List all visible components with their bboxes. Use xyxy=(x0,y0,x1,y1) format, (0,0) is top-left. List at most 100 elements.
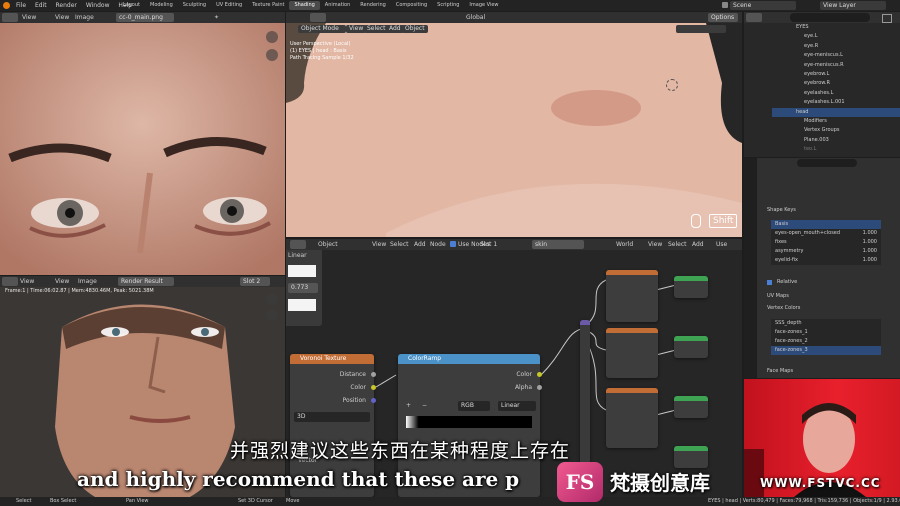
pin-icon[interactable]: ✦ xyxy=(214,14,219,21)
tab-compositing[interactable]: Compositing xyxy=(391,1,432,10)
outliner-row-eyebrow-r[interactable]: eyebrow.R xyxy=(792,79,900,88)
vertex-color-face-zones-3[interactable]: face-zones_3 xyxy=(771,346,881,355)
world-menu-add[interactable]: Add xyxy=(692,241,704,248)
face-maps-heading[interactable]: Face Maps xyxy=(767,368,793,374)
outliner-row-eye-meniscus-l[interactable]: eye-meniscus.L xyxy=(792,51,900,60)
vertex-color-face-zones-2[interactable]: face-zones_2 xyxy=(771,337,881,346)
node-menu-node[interactable]: Node xyxy=(430,241,446,248)
viewport-menu-object[interactable]: Object xyxy=(402,25,428,33)
viewport-area[interactable]: Object Mode View Select Add Object User … xyxy=(286,23,742,237)
shape-key-fixes[interactable]: fixes 1.000 xyxy=(771,238,881,247)
render-slot-dropdown[interactable]: Slot 2 xyxy=(240,277,270,286)
voronoi-node-header[interactable]: Voronoi Texture xyxy=(290,354,374,364)
viewport-options-button[interactable]: Options xyxy=(708,13,738,22)
alpha-socket[interactable] xyxy=(537,385,542,390)
tab-animation[interactable]: Animation xyxy=(320,1,356,10)
outliner-row-eyes[interactable]: EYES xyxy=(792,23,900,32)
world-dropdown[interactable]: World xyxy=(616,241,633,248)
object-mode-dropdown[interactable]: Object Mode xyxy=(298,25,346,33)
color-ramp-gradient[interactable] xyxy=(406,416,532,428)
outliner-row-modifiers[interactable]: Modifiers xyxy=(792,117,900,126)
render-view-dropdown[interactable]: View xyxy=(20,278,34,285)
outliner-row-head[interactable]: head xyxy=(772,107,900,117)
add-stop-button[interactable]: + xyxy=(406,402,411,409)
image-menu-image[interactable]: Image xyxy=(75,14,94,21)
tab-shading[interactable]: Shading xyxy=(289,1,320,10)
world-menu-use[interactable]: Use xyxy=(716,241,727,248)
color-value-swatch[interactable] xyxy=(288,299,316,311)
tab-uv-editing[interactable]: UV Editing xyxy=(211,1,247,10)
menu-file[interactable]: File xyxy=(16,2,26,9)
editor-type-button[interactable] xyxy=(2,13,18,22)
render-menu-image[interactable]: Image xyxy=(78,278,97,285)
outliner-row-eye-meniscus-r[interactable]: eye-meniscus.R xyxy=(792,61,900,70)
mix-node-2[interactable] xyxy=(674,336,708,358)
mix-node-1[interactable] xyxy=(674,276,708,298)
shape-key-eyelid-fix[interactable]: eyelid-fix 1.000 xyxy=(771,256,881,265)
shader-node-1[interactable] xyxy=(606,270,658,322)
tab-texture-paint[interactable]: Texture Paint xyxy=(247,1,289,10)
node-menu-view[interactable]: View xyxy=(372,241,386,248)
shape-key-basis[interactable]: Basis xyxy=(771,220,881,229)
image-menu-view[interactable]: View xyxy=(55,14,69,21)
outliner-search-field[interactable] xyxy=(790,13,870,22)
vertex-color-sss-depth[interactable]: SSS_depth xyxy=(771,319,881,328)
view-layer-selector[interactable]: View Layer xyxy=(820,1,886,10)
image-name-field[interactable]: cc-0_main.png xyxy=(116,13,174,22)
color-swatch[interactable] xyxy=(288,265,316,277)
filter-icon[interactable] xyxy=(882,14,892,23)
menu-render[interactable]: Render xyxy=(56,2,77,9)
outliner-row-eye-r[interactable]: eye.R xyxy=(792,42,900,51)
outliner-row-teo-l[interactable]: teo.L xyxy=(792,145,900,154)
pan-navigation-icon[interactable] xyxy=(266,49,278,61)
use-nodes-checkbox[interactable] xyxy=(450,241,456,247)
blender-logo-icon[interactable] xyxy=(3,2,10,9)
mix-node-3[interactable] xyxy=(674,396,708,418)
menu-edit[interactable]: Edit xyxy=(35,2,47,9)
colorramp-color-socket[interactable] xyxy=(537,372,542,377)
tab-image-view[interactable]: Image View xyxy=(464,1,503,10)
node-menu-add[interactable]: Add xyxy=(414,241,426,248)
viewport-menu-select[interactable]: Select xyxy=(364,25,389,33)
render-editor-type-button[interactable] xyxy=(2,277,18,286)
image-view-dropdown[interactable]: View xyxy=(22,14,36,21)
render-menu-view[interactable]: View xyxy=(55,278,69,285)
shader-node-3[interactable] xyxy=(606,388,658,448)
shape-key-asymmetry[interactable]: asymmetry 1.000 xyxy=(771,247,881,256)
tab-modeling[interactable]: Modeling xyxy=(145,1,178,10)
viewport-menu-add[interactable]: Add xyxy=(386,25,404,33)
shader-node-2[interactable] xyxy=(606,328,658,378)
outliner-row-eyebrow-l[interactable]: eyebrow.L xyxy=(792,70,900,79)
world-menu-view[interactable]: View xyxy=(648,241,662,248)
node-menu-select[interactable]: Select xyxy=(390,241,409,248)
color-mode-dropdown[interactable]: RGB xyxy=(458,401,490,411)
vertex-color-face-zones-1[interactable]: face-zones_1 xyxy=(771,328,881,337)
vertex-colors-heading[interactable]: Vertex Colors xyxy=(767,305,800,311)
outliner-row-eyelashes-l[interactable]: eyelashes.L xyxy=(792,89,900,98)
shape-key-eyes-open-value[interactable]: 1.000 xyxy=(863,229,877,238)
menu-window[interactable]: Window xyxy=(86,2,110,9)
render-zoom-icon[interactable] xyxy=(266,293,278,305)
tab-rendering[interactable]: Rendering xyxy=(355,1,391,10)
interpolation-dropdown[interactable]: Linear xyxy=(288,252,307,259)
material-slot-dropdown[interactable]: Slot 1 xyxy=(480,241,497,248)
interpolation-mode-dropdown[interactable]: Linear xyxy=(498,401,536,411)
colorramp-node-header[interactable]: ColorRamp xyxy=(398,354,540,364)
node-editor-type-button[interactable] xyxy=(290,240,306,249)
zoom-navigation-icon[interactable] xyxy=(266,31,278,43)
outliner-row-plane-003[interactable]: Plane.003 xyxy=(792,136,900,145)
mix-node-4[interactable] xyxy=(674,446,708,468)
tab-layout[interactable]: Layout xyxy=(118,1,145,10)
select-tool-button[interactable] xyxy=(310,13,326,22)
shape-key-asymmetry-value[interactable]: 1.000 xyxy=(863,247,877,256)
position-value-field[interactable]: 0.773 xyxy=(288,283,318,293)
outliner-type-button[interactable] xyxy=(746,13,762,22)
render-result-field[interactable]: Render Result xyxy=(118,277,174,286)
global-transform-dropdown[interactable]: Global xyxy=(466,14,485,21)
relative-checkbox[interactable] xyxy=(767,280,772,285)
outliner-row-eyelashes-l-001[interactable]: eyelashes.L.001 xyxy=(792,98,900,107)
material-name-field[interactable]: skin xyxy=(532,240,584,249)
properties-search-field[interactable] xyxy=(797,159,857,167)
outliner-row-vertex-groups[interactable]: Vertex Groups xyxy=(792,126,900,135)
tab-sculpting[interactable]: Sculpting xyxy=(178,1,211,10)
